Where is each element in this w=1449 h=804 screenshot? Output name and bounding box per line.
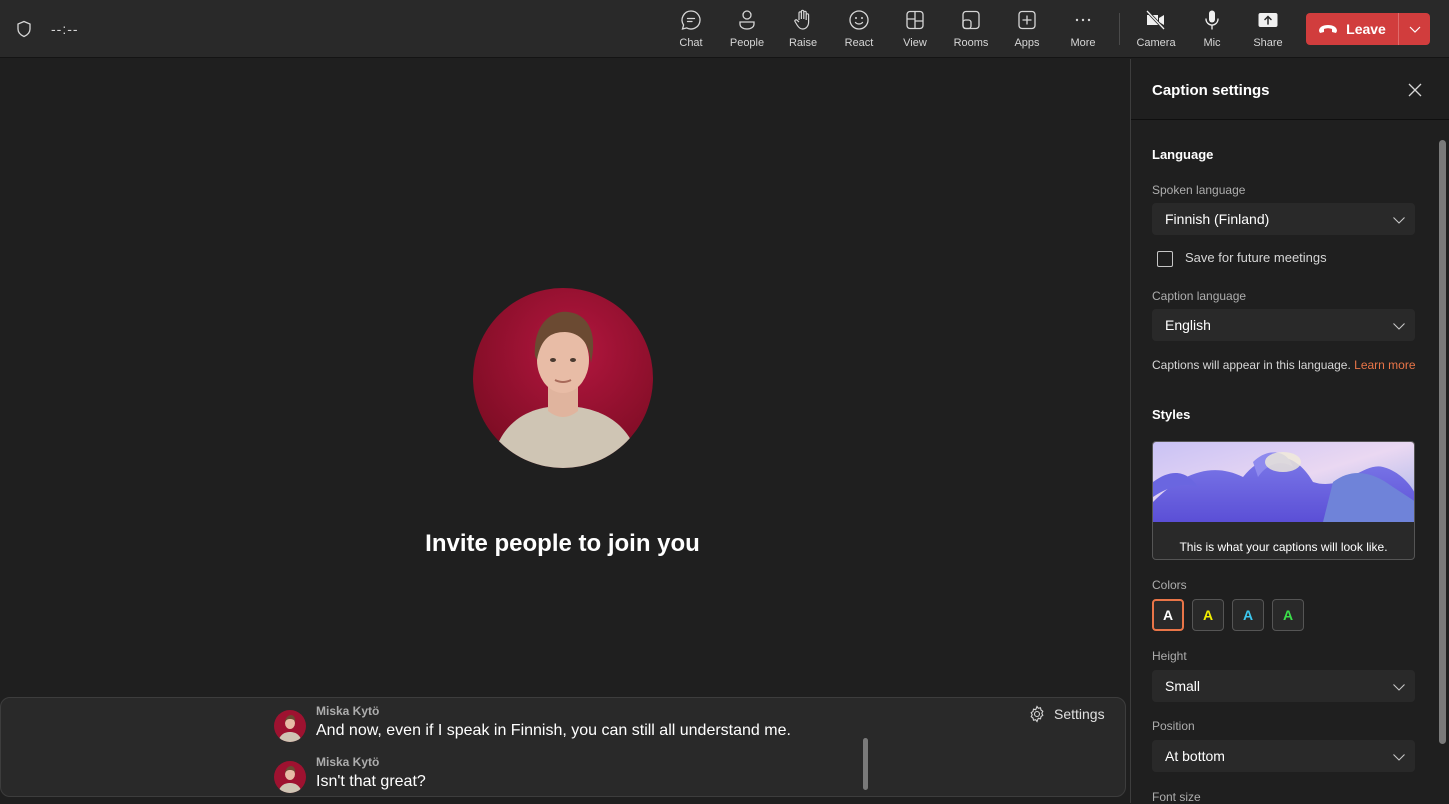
chevron-down-icon [1393, 684, 1405, 691]
caption-language-label: Caption language [1152, 289, 1247, 303]
apps-button[interactable]: Apps [999, 8, 1055, 52]
caption-language-value: English [1165, 317, 1211, 333]
preview-caption-text: This is what your captions will look lik… [1179, 540, 1388, 554]
spoken-language-value: Finnish (Finland) [1165, 211, 1270, 227]
ellipsis-icon [1075, 18, 1091, 22]
caption-line: Miska Kytö And now, even if I speak in F… [274, 704, 791, 742]
captions-scrollbar[interactable] [863, 738, 868, 790]
chevron-down-icon [1393, 323, 1405, 330]
live-captions-panel: Miska Kytö And now, even if I speak in F… [0, 697, 1126, 797]
leave-options-button[interactable] [1399, 13, 1430, 45]
share-icon [1258, 13, 1278, 27]
save-future-label: Save for future meetings [1185, 250, 1327, 265]
rooms-icon [962, 10, 980, 30]
chat-label: Chat [679, 37, 703, 49]
height-label: Height [1152, 649, 1187, 663]
hand-icon [794, 9, 810, 30]
participant-avatar [473, 288, 653, 468]
caption-preview: This is what your captions will look lik… [1152, 441, 1415, 560]
view-button[interactable]: View [887, 8, 943, 52]
caption-language-dropdown[interactable]: English [1152, 309, 1415, 341]
chevron-down-icon [1409, 26, 1420, 33]
position-value: At bottom [1165, 748, 1225, 764]
smiley-icon [849, 10, 869, 30]
meeting-timer: --:-- [51, 21, 79, 37]
speaker-name: Miska Kytö [316, 755, 380, 769]
panel-title: Caption settings [1152, 82, 1270, 99]
chat-button[interactable]: Chat [663, 8, 719, 52]
language-heading: Language [1152, 147, 1214, 162]
font-size-label: Font size [1152, 790, 1201, 804]
caption-language-help: Captions will appear in this language. L… [1152, 358, 1416, 372]
save-future-checkbox[interactable] [1157, 251, 1173, 267]
meeting-toolbar: --:-- Chat People Raise React View Rooms… [0, 0, 1449, 58]
chevron-down-icon [1393, 754, 1405, 761]
color-swatch-yellow[interactable]: A [1192, 599, 1224, 631]
rooms-button[interactable]: Rooms [943, 8, 999, 52]
color-swatch-white[interactable]: A [1152, 599, 1184, 631]
raise-hand-button[interactable]: Raise [775, 8, 831, 52]
close-icon[interactable] [1406, 81, 1424, 99]
camera-button[interactable]: Camera [1128, 8, 1184, 52]
speaker-name: Miska Kytö [316, 704, 380, 718]
people-label: People [729, 37, 765, 49]
chevron-down-icon [1393, 217, 1405, 224]
leave-button[interactable]: Leave [1306, 13, 1398, 45]
invite-message: Invite people to join you [425, 530, 700, 557]
height-dropdown[interactable]: Small [1152, 670, 1415, 702]
spoken-language-dropdown[interactable]: Finnish (Finland) [1152, 203, 1415, 235]
share-button[interactable]: Share [1240, 8, 1296, 52]
react-label: React [844, 37, 874, 49]
view-label: View [903, 37, 927, 49]
leave-label: Leave [1346, 21, 1386, 37]
panel-scrollbar[interactable] [1439, 140, 1446, 744]
mic-button[interactable]: Mic [1184, 8, 1240, 52]
people-icon [739, 10, 755, 30]
help-text: Captions will appear in this language. [1152, 358, 1351, 372]
settings-label: Settings [1054, 706, 1105, 722]
position-label: Position [1152, 719, 1195, 733]
speaker-avatar [274, 761, 306, 793]
position-dropdown[interactable]: At bottom [1152, 740, 1415, 772]
more-label: More [1070, 37, 1096, 49]
caption-text: Isn't that great? [316, 773, 426, 790]
shield-icon[interactable] [15, 20, 33, 38]
leave-button-group: Leave [1306, 13, 1430, 45]
hang-up-icon [1319, 25, 1338, 33]
gear-icon [1030, 705, 1044, 723]
colors-label: Colors [1152, 578, 1187, 592]
speaker-avatar [274, 710, 306, 742]
meeting-stage: Invite people to join you [0, 59, 1130, 803]
mic-icon [1205, 10, 1219, 30]
raise-label: Raise [788, 37, 818, 49]
toolbar-divider [1119, 13, 1120, 45]
spoken-language-label: Spoken language [1152, 183, 1246, 197]
color-swatch-green[interactable]: A [1272, 599, 1304, 631]
people-button[interactable]: People [719, 8, 775, 52]
height-value: Small [1165, 678, 1201, 694]
caption-line: Miska Kytö Isn't that great? [274, 755, 426, 793]
styles-heading: Styles [1152, 407, 1191, 422]
grid-icon [906, 10, 924, 30]
caption-settings-button[interactable]: Settings [1028, 705, 1105, 723]
caption-text: And now, even if I speak in Finnish, you… [316, 722, 791, 739]
leave-divider [1398, 13, 1399, 45]
apps-label: Apps [1014, 37, 1040, 49]
share-label: Share [1253, 37, 1283, 49]
rooms-label: Rooms [953, 37, 989, 49]
preview-background-image [1153, 442, 1414, 522]
plus-box-icon [1018, 10, 1036, 30]
camera-off-icon [1145, 9, 1166, 31]
mic-label: Mic [1203, 37, 1221, 49]
react-button[interactable]: React [831, 8, 887, 52]
learn-more-link[interactable]: Learn more [1354, 358, 1415, 372]
chat-icon [681, 10, 701, 30]
camera-label: Camera [1136, 37, 1176, 49]
color-swatch-cyan[interactable]: A [1232, 599, 1264, 631]
caption-settings-panel: Caption settings Language Spoken languag… [1130, 59, 1449, 804]
more-button[interactable]: More [1055, 8, 1111, 52]
panel-header: Caption settings [1131, 59, 1449, 120]
